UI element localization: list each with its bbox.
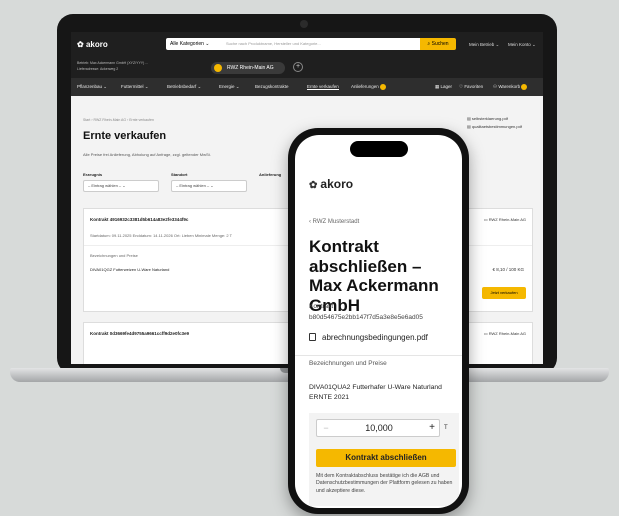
section-label: Bezeichnungen und Preise bbox=[90, 253, 138, 258]
section-label: Bezeichnungen und Preise bbox=[309, 360, 387, 367]
logo[interactable]: ✿ akoro bbox=[309, 177, 353, 191]
search-icon: ⌕ bbox=[427, 41, 431, 47]
main-nav: Pflanzenbau ⌄ Futtermittel ⌄ Betriebsbed… bbox=[71, 78, 543, 96]
document-link[interactable]: abrechnungsbedingungen.pdf bbox=[309, 333, 428, 342]
notification-badge bbox=[380, 84, 387, 90]
nav-betriebsbedarf[interactable]: Betriebsbedarf ⌄ bbox=[167, 84, 201, 90]
back-link[interactable]: ‹ RWZ Musterstadt bbox=[309, 219, 359, 225]
category-select[interactable]: Alle Kategorien ⌄ bbox=[166, 38, 222, 50]
nav-ernte-verkaufen[interactable]: Ernte verkaufen bbox=[307, 84, 339, 90]
sub-header: Betrieb: Max Ackermann GmbH (XYZ/YYY) ..… bbox=[71, 58, 543, 78]
filter-label-standort: Standort bbox=[171, 172, 188, 177]
decrement-button[interactable]: − bbox=[317, 420, 335, 436]
my-business-link[interactable]: Mein Betrieb ⌄ bbox=[469, 42, 499, 48]
filter-label-anlieferung: Anlieferung bbox=[259, 172, 282, 177]
price-note: Alle Preise frei Anlieferung, Abholung a… bbox=[83, 152, 211, 157]
my-account-link[interactable]: Mein Konto ⌄ bbox=[508, 42, 536, 48]
filter-label-erzeugnis: Erzeugnis bbox=[83, 172, 103, 177]
nav-favoriten[interactable]: ♡ Favoriten bbox=[459, 84, 483, 90]
page-title: Ernte verkaufen bbox=[83, 130, 167, 142]
leaf-icon: ✿ bbox=[77, 40, 84, 49]
business-info: Betrieb: Max Ackermann GmbH (XYZ/YYY) ..… bbox=[77, 61, 149, 71]
nav-pflanzenbau[interactable]: Pflanzenbau ⌄ bbox=[77, 84, 107, 90]
seller-name: ▭ RWZ Rhein-Main AG bbox=[483, 217, 526, 222]
document-icon bbox=[309, 333, 316, 341]
product-name: DIVA01QGZ Futterweizen U-Ware Naturland bbox=[90, 267, 170, 272]
phone-notch bbox=[350, 141, 408, 157]
camera-icon bbox=[300, 20, 308, 28]
order-box: − 10,000 + T Kontrakt abschließen Mit de… bbox=[309, 413, 459, 506]
company-badge-icon bbox=[214, 64, 222, 72]
legal-notice: Mit dem Kontraktabschluss bestätige ich … bbox=[316, 473, 453, 494]
top-header: ✿ akoro Alle Kategorien ⌄ Suche nach Pro… bbox=[71, 32, 543, 58]
seller-logo-icon: ▭ bbox=[483, 217, 488, 222]
add-tab-button[interactable]: + bbox=[293, 62, 303, 72]
close-contract-button[interactable]: Kontrakt abschließen bbox=[316, 449, 456, 467]
product-price: € 8,10 / 100 KG bbox=[492, 267, 524, 272]
sell-now-button[interactable]: Jetzt verkaufen bbox=[482, 287, 526, 299]
doc-link-selbsterklaerung[interactable]: ▤ selbsterklaerung.pdf bbox=[467, 116, 508, 121]
company-tab[interactable]: RWZ Rhein-Main AG bbox=[211, 62, 285, 74]
cart-count-badge bbox=[521, 84, 528, 90]
filter-select-erzeugnis[interactable]: – Eintrag wählen – ⌄ bbox=[83, 180, 159, 192]
heart-icon: ♡ bbox=[459, 84, 464, 89]
nav-energie[interactable]: Energie ⌄ bbox=[219, 84, 240, 90]
contract-title[interactable]: Kontrakt 0d3669fe4d9755a9661ccff9d2e0fc3… bbox=[90, 331, 189, 336]
nav-futtermittel[interactable]: Futtermittel ⌄ bbox=[121, 84, 149, 90]
seller-logo-icon: ▭ bbox=[483, 331, 488, 336]
unit-label: T bbox=[444, 425, 448, 431]
breadcrumb[interactable]: Start › RWZ Rhein-Main AG › Ernte verkau… bbox=[83, 118, 154, 122]
search-input[interactable]: Suche nach Produktname, Hersteller und K… bbox=[222, 38, 420, 50]
nav-warenkorb[interactable]: ⚇ Warenkorb bbox=[493, 84, 528, 90]
warehouse-icon: ▦ bbox=[435, 84, 440, 89]
logo[interactable]: ✿ akoro bbox=[77, 40, 108, 49]
filter-select-standort[interactable]: – Eintrag wählen – ⌄ bbox=[171, 180, 247, 192]
phone-screen: ✿ akoro ‹ RWZ Musterstadt Kontrakt abschl… bbox=[295, 135, 462, 508]
nav-lager[interactable]: ▦ Lager bbox=[435, 84, 452, 90]
cart-icon: ⚇ bbox=[493, 84, 498, 90]
divider bbox=[295, 355, 462, 356]
document-icon: ▤ bbox=[467, 124, 471, 129]
nav-bezugskontrakte[interactable]: Bezugskontrakte bbox=[255, 84, 289, 89]
contract-title[interactable]: Kontrakt 4916932c3381d5b614a83e2fe3344f9… bbox=[90, 217, 188, 222]
seller-name: ▭ RWZ Rhein-Main AG bbox=[483, 331, 526, 336]
nav-anlieferungen[interactable]: Anlieferungen bbox=[351, 84, 387, 90]
contract-id: b80d54675e2bb147f7d5a3e8e5e6ad05 bbox=[309, 314, 423, 321]
quantity-input[interactable]: 10,000 bbox=[335, 420, 423, 436]
doc-link-qualitaet[interactable]: ▤ qualitaetsbestimmungen.pdf bbox=[467, 124, 522, 129]
quantity-stepper[interactable]: − 10,000 + bbox=[316, 419, 440, 437]
product-name: DIVA01QUA2 Futterhafer U-Ware Naturland … bbox=[309, 384, 442, 401]
contract-label: Kontrakt bbox=[309, 303, 334, 310]
search-button[interactable]: ⌕ Suchen bbox=[420, 38, 456, 50]
leaf-icon: ✿ bbox=[309, 180, 318, 191]
document-icon: ▤ bbox=[467, 116, 471, 121]
contract-meta: Startdatum: 09.11.2025 Enddatum: 14.11.2… bbox=[90, 233, 233, 238]
phone-frame: ✿ akoro ‹ RWZ Musterstadt Kontrakt abschl… bbox=[288, 128, 469, 514]
increment-button[interactable]: + bbox=[423, 420, 441, 436]
